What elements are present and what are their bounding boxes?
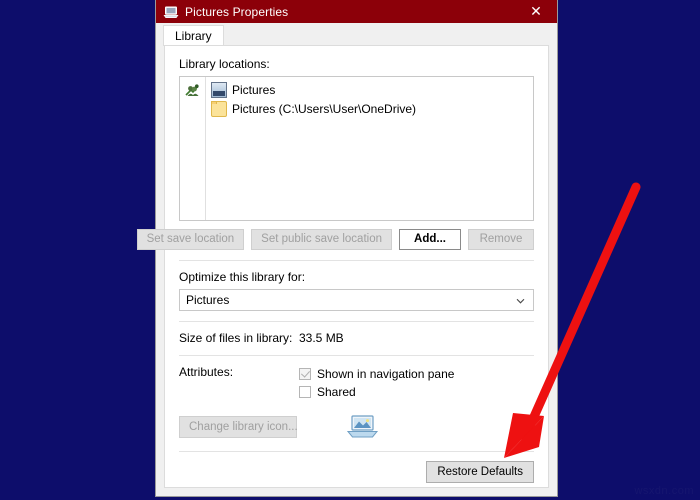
watermark-text: wsxdn.com: [634, 485, 694, 497]
folder-icon: [211, 100, 227, 117]
change-library-icon-button[interactable]: Change library icon...: [179, 416, 298, 438]
list-gutter-divider: [205, 77, 206, 220]
attributes-row: Attributes: Shown in navigation pane Sha…: [179, 365, 534, 401]
optimize-label: Optimize this library for:: [179, 270, 306, 284]
set-save-location-button[interactable]: Set save location: [136, 229, 245, 250]
list-item-label: Pictures: [232, 82, 276, 97]
attributes-checkbox-group: Shown in navigation pane Shared: [299, 365, 454, 401]
chevron-down-icon: [516, 295, 525, 304]
library-picture-icon: [346, 413, 379, 441]
tab-strip: Library: [156, 23, 557, 46]
dialog-titlebar[interactable]: Pictures Properties ✕: [156, 0, 557, 23]
set-public-save-location-button[interactable]: Set public save location: [251, 229, 392, 250]
library-locations-label: Library locations:: [179, 57, 270, 71]
computer-monitor-icon: [163, 4, 179, 20]
attributes-label: Attributes:: [179, 365, 234, 379]
dialog-title: Pictures Properties: [185, 4, 289, 19]
tab-library[interactable]: Library: [163, 25, 224, 46]
desktop-background: Pictures Properties ✕ Library Library lo…: [0, 0, 700, 500]
change-library-icon-row: Change library icon...: [179, 413, 534, 441]
remove-button[interactable]: Remove: [468, 229, 534, 250]
optimize-library-for-select[interactable]: Pictures: [179, 289, 534, 311]
list-item-label: Pictures (C:\Users\User\OneDrive): [232, 101, 417, 116]
divider: [179, 260, 534, 261]
close-icon[interactable]: ✕: [515, 0, 557, 23]
checkbox-icon[interactable]: [299, 386, 311, 398]
pictures-monitor-icon: [211, 81, 227, 98]
divider: [179, 321, 534, 322]
divider: [179, 451, 534, 452]
checkbox-label: Shown in navigation pane: [317, 367, 455, 381]
size-value: 33.5 MB: [299, 331, 344, 345]
divider: [179, 355, 534, 356]
tab-page-library: Library locations: Pictures Pictures (C:…: [136, 45, 549, 488]
library-locations-list[interactable]: Pictures Pictures (C:\Users\User\OneDriv…: [179, 76, 534, 221]
size-of-files-row: Size of files in library: 33.5 MB: [179, 331, 534, 345]
list-item[interactable]: Pictures (C:\Users\User\OneDrive): [211, 99, 531, 118]
restore-defaults-button[interactable]: Restore Defaults: [426, 461, 534, 483]
list-item[interactable]: Pictures: [211, 80, 531, 99]
location-rows: Pictures Pictures (C:\Users\User\OneDriv…: [211, 80, 531, 118]
size-label: Size of files in library:: [179, 331, 293, 345]
location-buttons-row: Set save location Set public save locati…: [136, 229, 534, 250]
checkbox-icon[interactable]: [299, 368, 311, 380]
add-button[interactable]: Add...: [399, 229, 461, 250]
pictures-properties-dialog: Pictures Properties ✕ Library Library lo…: [136, 0, 557, 496]
optimize-selected-value: Pictures: [186, 293, 230, 307]
restore-defaults-row: Restore Defaults: [179, 461, 534, 483]
checkbox-shared[interactable]: Shared: [299, 383, 454, 401]
checkbox-label: Shared: [317, 385, 356, 399]
library-people-icon: [185, 82, 201, 98]
checkbox-shown-in-navigation-pane[interactable]: Shown in navigation pane: [299, 365, 454, 383]
